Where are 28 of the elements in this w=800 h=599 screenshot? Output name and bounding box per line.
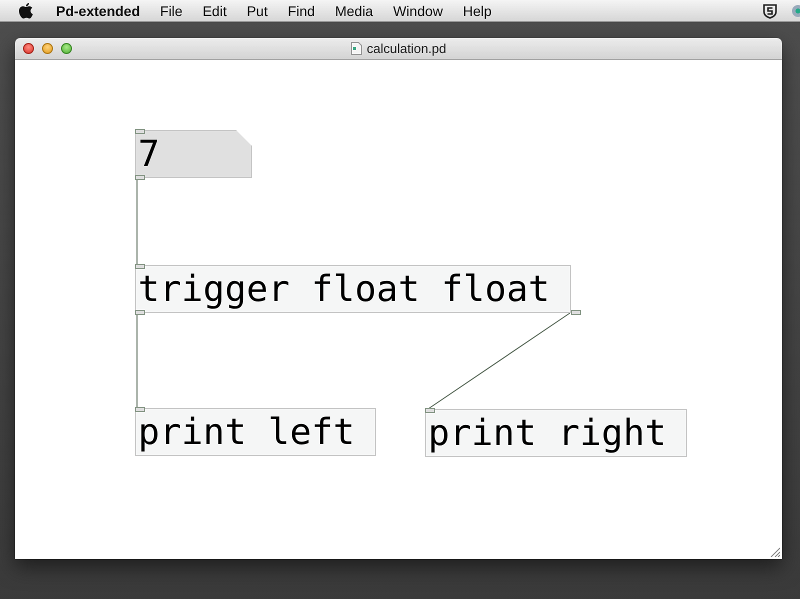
app-menu[interactable]: Pd-extended bbox=[46, 2, 150, 18]
status-icon[interactable] bbox=[790, 2, 800, 18]
close-button[interactable] bbox=[23, 43, 34, 54]
outlet[interactable] bbox=[135, 310, 145, 315]
inlet[interactable] bbox=[425, 408, 435, 413]
inlet[interactable] bbox=[135, 264, 145, 269]
menu-item[interactable]: Find bbox=[278, 2, 325, 18]
zoom-button[interactable] bbox=[61, 43, 72, 54]
shield-icon[interactable] bbox=[762, 2, 778, 18]
menu-item[interactable]: Media bbox=[324, 2, 384, 18]
menu-item[interactable]: Put bbox=[236, 2, 278, 18]
number-box[interactable]: 7 bbox=[135, 130, 252, 178]
document-icon bbox=[350, 42, 362, 55]
menu-item[interactable]: Window bbox=[383, 2, 453, 18]
outlet[interactable] bbox=[135, 175, 145, 180]
menu-item[interactable]: File bbox=[150, 2, 193, 18]
apple-icon[interactable] bbox=[18, 2, 34, 20]
menu-item[interactable]: Help bbox=[452, 2, 502, 18]
inlet[interactable] bbox=[135, 129, 145, 134]
menu-item[interactable]: Edit bbox=[192, 2, 237, 18]
object-box[interactable]: trigger float float bbox=[135, 265, 571, 313]
object-box[interactable]: print right bbox=[425, 409, 688, 457]
inlet[interactable] bbox=[135, 407, 145, 412]
outlet[interactable] bbox=[571, 310, 581, 315]
resize-grip-icon[interactable] bbox=[770, 547, 780, 557]
window-title: calculation.pd bbox=[366, 41, 446, 56]
object-box[interactable]: print left bbox=[135, 408, 376, 456]
minimize-button[interactable] bbox=[42, 43, 53, 54]
